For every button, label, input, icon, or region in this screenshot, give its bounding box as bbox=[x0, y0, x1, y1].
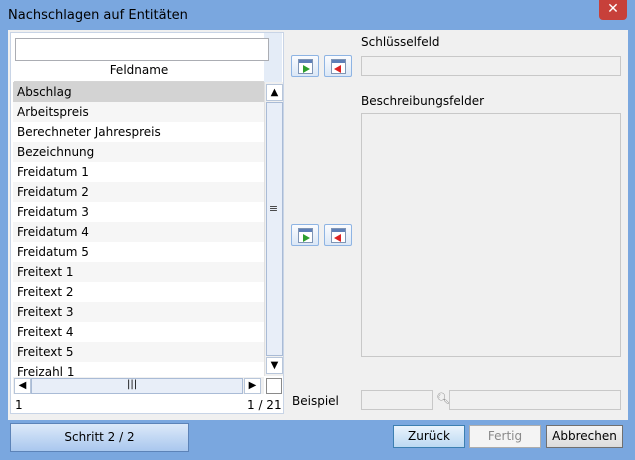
column-header-feldname[interactable]: Feldname bbox=[14, 61, 264, 82]
description-fields-label: Beschreibungsfelder bbox=[361, 94, 485, 108]
list-item[interactable]: Freitext 1 bbox=[13, 262, 264, 282]
example-description-field[interactable] bbox=[449, 390, 621, 410]
field-list-panel: Feldname Abschlag Arbeitspreis Berechneter… bbox=[10, 32, 284, 414]
dialog-client: Feldname Abschlag Arbeitspreis Berechneter… bbox=[8, 30, 628, 420]
vertical-scrollbar[interactable]: ▲ ≡ ▼ bbox=[264, 82, 283, 376]
scroll-up-button[interactable]: ▲ bbox=[266, 84, 283, 101]
chevron-right-icon: ▶ bbox=[248, 380, 257, 391]
list-item[interactable]: Freitext 2 bbox=[13, 282, 264, 302]
list-item[interactable]: Freitext 5 bbox=[13, 342, 264, 362]
window-title: Nachschlagen auf Entitäten bbox=[8, 8, 188, 23]
field-list: Abschlag Arbeitspreis Berechneter Jahrespr… bbox=[13, 82, 264, 376]
list-item[interactable]: Freitext 4 bbox=[13, 322, 264, 342]
magnifier-icon[interactable]: 🔍︎ bbox=[436, 392, 450, 405]
scroll-right-button[interactable]: ▶ bbox=[244, 378, 261, 394]
example-label: Beispiel bbox=[292, 394, 339, 408]
example-key-field[interactable] bbox=[361, 390, 433, 410]
chevron-up-icon: ▲ bbox=[270, 87, 279, 98]
finish-button[interactable]: Fertig bbox=[469, 425, 541, 448]
grip-icon: ≡ bbox=[268, 202, 279, 215]
filter-input[interactable] bbox=[15, 38, 269, 61]
back-button[interactable]: Zurück bbox=[393, 425, 465, 448]
list-item[interactable]: Freitext 3 bbox=[13, 302, 264, 322]
close-button[interactable]: ✕ bbox=[599, 0, 627, 20]
grip-icon: ||| bbox=[127, 379, 138, 390]
list-item[interactable]: Freizahl 1 bbox=[13, 362, 264, 376]
key-field-box[interactable] bbox=[361, 56, 621, 76]
list-item[interactable]: Freidatum 4 bbox=[13, 222, 264, 242]
title-bar[interactable]: Nachschlagen auf Entitäten ✕ bbox=[0, 0, 635, 30]
list-item[interactable]: Bezeichnung bbox=[13, 142, 264, 162]
add-key-field-button[interactable] bbox=[291, 55, 319, 77]
cancel-button[interactable]: Abbrechen bbox=[546, 425, 623, 448]
record-count: 1 / 21 bbox=[247, 398, 282, 412]
key-field-label: Schlüsselfeld bbox=[361, 35, 440, 49]
column-chooser-icon[interactable] bbox=[266, 378, 282, 394]
list-item[interactable]: Arbeitspreis bbox=[13, 102, 264, 122]
list-item[interactable]: Freidatum 1 bbox=[13, 162, 264, 182]
remove-description-field-button[interactable] bbox=[324, 224, 352, 246]
list-item[interactable]: Abschlag bbox=[13, 82, 264, 102]
dialog-window: Nachschlagen auf Entitäten ✕ Feldname Ab… bbox=[0, 0, 635, 460]
list-item[interactable]: Freidatum 5 bbox=[13, 242, 264, 262]
scroll-left-button[interactable]: ◀ bbox=[14, 378, 31, 394]
list-item[interactable]: Freidatum 2 bbox=[13, 182, 264, 202]
horizontal-scrollbar[interactable]: ◀ ||| ▶ bbox=[13, 377, 264, 394]
record-position: 1 bbox=[15, 398, 23, 412]
chevron-left-icon: ◀ bbox=[18, 380, 27, 391]
close-icon: ✕ bbox=[607, 1, 619, 17]
vertical-scroll-thumb[interactable] bbox=[266, 102, 283, 356]
remove-key-field-button[interactable] bbox=[324, 55, 352, 77]
add-description-field-button[interactable] bbox=[291, 224, 319, 246]
chevron-down-icon: ▼ bbox=[270, 360, 279, 371]
step-indicator-button[interactable]: Schritt 2 / 2 bbox=[10, 423, 189, 452]
list-item[interactable]: Freidatum 3 bbox=[13, 202, 264, 222]
list-item[interactable]: Berechneter Jahrespreis bbox=[13, 122, 264, 142]
scroll-down-button[interactable]: ▼ bbox=[266, 357, 283, 374]
description-fields-box[interactable] bbox=[361, 113, 621, 357]
